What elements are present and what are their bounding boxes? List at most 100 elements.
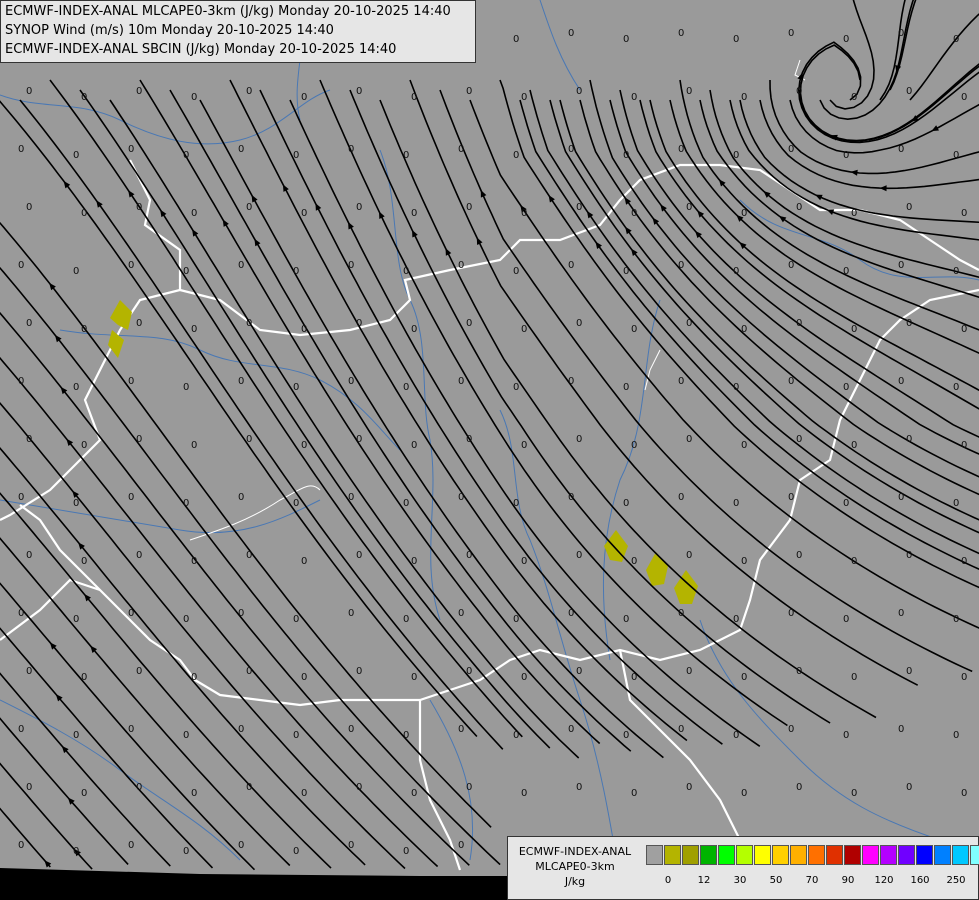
- sbcin-value-label: 0: [18, 376, 24, 387]
- sbcin-value-label: 0: [73, 266, 79, 277]
- sbcin-value-label: 0: [356, 434, 362, 445]
- sbcin-value-label: 0: [466, 782, 472, 793]
- legend-swatch: [952, 845, 969, 865]
- sbcin-value-label: 0: [788, 492, 794, 503]
- sbcin-value-label: 0: [796, 434, 802, 445]
- legend-tick-label: 120: [874, 875, 894, 886]
- sbcin-value-label: 0: [513, 614, 519, 625]
- sbcin-value-label: 0: [136, 782, 142, 793]
- sbcin-value-label: 0: [906, 318, 912, 329]
- sbcin-value-label: 0: [961, 92, 967, 103]
- sbcin-value-label: 0: [678, 724, 684, 735]
- legend-swatch: [664, 845, 681, 865]
- sbcin-value-label: 0: [466, 550, 472, 561]
- sbcin-value-label: 0: [411, 788, 417, 799]
- sbcin-value-label: 0: [136, 202, 142, 213]
- sbcin-value-label: 0: [521, 788, 527, 799]
- sbcin-value-label: 0: [843, 34, 849, 45]
- sbcin-value-label: 0: [246, 434, 252, 445]
- sbcin-value-label: 0: [238, 144, 244, 155]
- sbcin-value-label: 0: [961, 672, 967, 683]
- sbcin-value-label: 0: [293, 614, 299, 625]
- sbcin-value-label: 0: [183, 266, 189, 277]
- sbcin-value-label: 0: [568, 608, 574, 619]
- sbcin-value-label: 0: [788, 608, 794, 619]
- sbcin-value-label: 0: [623, 382, 629, 393]
- sbcin-value-label: 0: [26, 86, 32, 97]
- sbcin-value-label: 0: [411, 92, 417, 103]
- sbcin-value-label: 0: [906, 434, 912, 445]
- sbcin-value-label: 0: [81, 208, 87, 219]
- legend-swatch: [862, 845, 879, 865]
- legend-swatch: [772, 845, 789, 865]
- sbcin-value-label: 0: [733, 382, 739, 393]
- sbcin-value-label: 0: [953, 150, 959, 161]
- sbcin-value-label: 0: [898, 144, 904, 155]
- sbcin-value-label: 0: [513, 730, 519, 741]
- sbcin-value-label: 0: [678, 492, 684, 503]
- sbcin-value-label: 0: [686, 550, 692, 561]
- sbcin-value-label: 0: [961, 208, 967, 219]
- sbcin-value-label: 0: [733, 266, 739, 277]
- sbcin-value-label: 0: [403, 150, 409, 161]
- sbcin-value-label: 0: [898, 28, 904, 39]
- sbcin-value-label: 0: [136, 318, 142, 329]
- sbcin-value-label: 0: [953, 614, 959, 625]
- sbcin-value-label: 0: [411, 208, 417, 219]
- sbcin-value-label: 0: [843, 730, 849, 741]
- sbcin-value-label: 0: [458, 260, 464, 271]
- sbcin-value-label: 0: [733, 614, 739, 625]
- sbcin-value-label: 0: [953, 730, 959, 741]
- sbcin-value-label: 0: [26, 318, 32, 329]
- sbcin-value-label: 0: [18, 492, 24, 503]
- sbcin-value-label: 0: [961, 556, 967, 567]
- sbcin-value-label: 0: [521, 324, 527, 335]
- sbcin-value-label: 0: [953, 498, 959, 509]
- sbcin-value-label: 0: [631, 556, 637, 567]
- sbcin-value-label: 0: [568, 260, 574, 271]
- sbcin-value-label: 0: [631, 92, 637, 103]
- sbcin-value-label: 0: [348, 376, 354, 387]
- sbcin-value-label: 0: [623, 150, 629, 161]
- sbcin-value-label: 0: [136, 666, 142, 677]
- sbcin-value-label: 0: [576, 782, 582, 793]
- sbcin-value-label: 0: [898, 376, 904, 387]
- sbcin-value-label: 0: [513, 266, 519, 277]
- sbcin-value-label: 0: [843, 382, 849, 393]
- sbcin-value-label: 0: [81, 324, 87, 335]
- legend-tick-label: 90: [841, 875, 855, 886]
- sbcin-value-label: 0: [348, 492, 354, 503]
- sbcin-value-label: 0: [26, 666, 32, 677]
- sbcin-value-label: 0: [568, 492, 574, 503]
- sbcin-value-label: 0: [521, 556, 527, 567]
- sbcin-value-label: 0: [788, 260, 794, 271]
- legend-swatch: [790, 845, 807, 865]
- sbcin-value-label: 0: [521, 440, 527, 451]
- sbcin-value-label: 0: [191, 788, 197, 799]
- sbcin-value-label: 0: [733, 730, 739, 741]
- sbcin-value-label: 0: [128, 376, 134, 387]
- sbcin-value-label: 0: [851, 672, 857, 683]
- legend-unit: J/kg: [564, 875, 586, 888]
- legend-swatch: [916, 845, 933, 865]
- sbcin-value-label: 0: [568, 376, 574, 387]
- sbcin-value-label: 0: [403, 730, 409, 741]
- sbcin-value-label: 0: [513, 382, 519, 393]
- legend-swatches: [646, 845, 979, 865]
- sbcin-value-label: 0: [623, 266, 629, 277]
- sbcin-value-label: 0: [301, 324, 307, 335]
- sbcin-value-label: 0: [246, 666, 252, 677]
- sbcin-value-label: 0: [623, 730, 629, 741]
- legend-tick-label: 50: [769, 875, 783, 886]
- legend-swatch: [826, 845, 843, 865]
- sbcin-value-label: 0: [81, 788, 87, 799]
- sbcin-value-label: 0: [521, 672, 527, 683]
- sbcin-value-label: 0: [953, 266, 959, 277]
- sbcin-value-label: 0: [81, 672, 87, 683]
- sbcin-value-label: 0: [458, 608, 464, 619]
- sbcin-value-label: 0: [356, 666, 362, 677]
- sbcin-value-label: 0: [678, 608, 684, 619]
- sbcin-value-label: 0: [851, 556, 857, 567]
- sbcin-value-label: 0: [631, 324, 637, 335]
- sbcin-value-label: 0: [686, 86, 692, 97]
